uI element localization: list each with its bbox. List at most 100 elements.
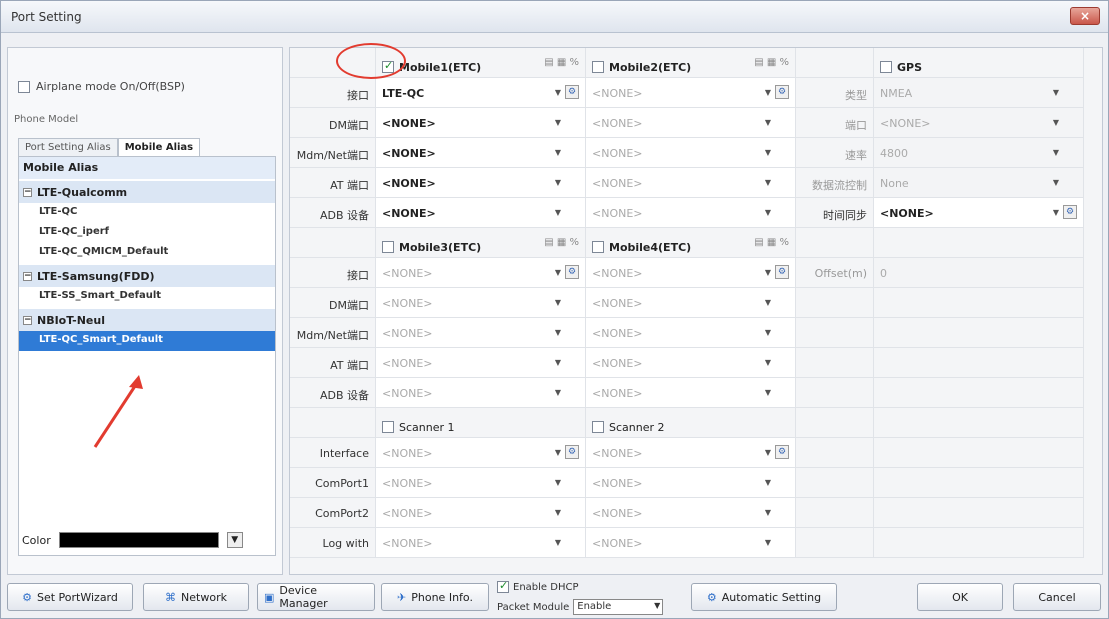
collapse-icon[interactable]: − [23, 187, 32, 197]
mobile4-port-select[interactable]: <NONE> ▼ [586, 378, 796, 408]
tab-mobile-alias[interactable]: Mobile Alias [117, 138, 201, 156]
mobile3-port-select[interactable]: <NONE> ▼ [376, 348, 586, 378]
scanner1-header[interactable]: Scanner 1 [376, 408, 586, 438]
dropdown-arrow-icon[interactable]: ▼ [765, 328, 771, 337]
settings-gear-icon[interactable]: ⚙ [1063, 205, 1077, 219]
dropdown-arrow-icon[interactable]: ▼ [765, 118, 771, 127]
mobile1-port-select[interactable]: <NONE> ▼ [376, 138, 586, 168]
mobile3-port-select[interactable]: <NONE> ▼ [376, 288, 586, 318]
dropdown-arrow-icon[interactable]: ▼ [765, 448, 771, 457]
mobile4-port-select[interactable]: <NONE> ▼ [586, 318, 796, 348]
cancel-button[interactable]: Cancel [1013, 583, 1101, 611]
mobile2-port-select[interactable]: <NONE> ▼ [586, 138, 796, 168]
scanner1-select[interactable]: <NONE> ▼ ⚙ [376, 438, 586, 468]
collapse-icon[interactable]: − [23, 271, 32, 281]
dropdown-arrow-icon[interactable]: ▼ [555, 358, 561, 367]
alias-item[interactable]: LTE-QC_QMICM_Default [19, 243, 275, 263]
mobile3-port-select[interactable]: <NONE> ▼ [376, 378, 586, 408]
dropdown-arrow-icon[interactable]: ▼ [765, 178, 771, 187]
checkbox-icon[interactable] [382, 241, 394, 253]
alias-item[interactable]: LTE-QC_iperf [19, 223, 275, 243]
settings-gear-icon[interactable]: ⚙ [775, 85, 789, 99]
mobile1-port-select[interactable]: <NONE> ▼ [376, 168, 586, 198]
dropdown-arrow-icon[interactable]: ▼ [765, 268, 771, 277]
mobile2-port-select[interactable]: <NONE> ▼ [586, 198, 796, 228]
scanner1-select[interactable]: <NONE> ▼ [376, 468, 586, 498]
dropdown-arrow-icon[interactable]: ▼ [765, 298, 771, 307]
dropdown-arrow-icon[interactable]: ▼ [555, 208, 561, 217]
mobile4-port-select[interactable]: <NONE> ▼ [586, 288, 796, 318]
color-picker[interactable] [58, 532, 219, 548]
header-tools-icon[interactable]: ▤ ▦ % [544, 57, 579, 68]
dropdown-arrow-icon[interactable]: ▼ [555, 478, 561, 487]
alias-group[interactable]: − LTE-Qualcomm [19, 181, 275, 203]
scanner2-header[interactable]: Scanner 2 [586, 408, 796, 438]
mobile1-port-select[interactable]: <NONE> ▼ [376, 108, 586, 138]
offset-value[interactable]: 0 [874, 258, 1084, 288]
mobile3-port-select[interactable]: <NONE> ▼ [376, 318, 586, 348]
scanner2-select[interactable]: <NONE> ▼ ⚙ [586, 438, 796, 468]
time-sync-select[interactable]: <NONE> ▼ ⚙ [874, 198, 1084, 228]
alias-item[interactable]: LTE-SS_Smart_Default [19, 287, 275, 307]
dropdown-arrow-icon[interactable]: ▼ [765, 358, 771, 367]
mobile3-header[interactable]: Mobile3(ETC) ▤ ▦ % [376, 228, 586, 258]
dropdown-arrow-icon[interactable]: ▼ [1053, 118, 1059, 127]
mobile4-port-select[interactable]: <NONE> ▼ [586, 348, 796, 378]
dropdown-arrow-icon[interactable]: ▼ [555, 88, 561, 97]
scanner2-select[interactable]: <NONE> ▼ [586, 528, 796, 558]
mobile4-header[interactable]: Mobile4(ETC) ▤ ▦ % [586, 228, 796, 258]
mobile2-port-select[interactable]: <NONE> ▼ [586, 168, 796, 198]
automatic-setting-button[interactable]: ⚙ Automatic Setting [691, 583, 837, 611]
alias-item-selected[interactable]: LTE-QC_Smart_Default [19, 331, 275, 351]
mobile3-port-select[interactable]: <NONE> ▼ ⚙ [376, 258, 586, 288]
alias-group[interactable]: − LTE-Samsung(FDD) [19, 265, 275, 287]
gps-value-select[interactable]: 4800 ▼ [874, 138, 1084, 168]
checkbox-icon[interactable] [382, 421, 394, 433]
gps-value-select[interactable]: <NONE> ▼ [874, 108, 1084, 138]
mobile4-port-select[interactable]: <NONE> ▼ ⚙ [586, 258, 796, 288]
tab-port-setting-alias[interactable]: Port Setting Alias [18, 138, 118, 156]
dropdown-arrow-icon[interactable]: ▼ [765, 88, 771, 97]
ok-button[interactable]: OK [917, 583, 1003, 611]
alias-item[interactable]: LTE-QC [19, 203, 275, 223]
checkbox-icon[interactable] [592, 421, 604, 433]
settings-gear-icon[interactable]: ⚙ [565, 265, 579, 279]
dropdown-arrow-icon[interactable]: ▼ [555, 178, 561, 187]
network-button[interactable]: ⌘ Network [143, 583, 249, 611]
packet-module-select[interactable]: Enable [573, 599, 664, 615]
dropdown-arrow-icon[interactable]: ▼ [765, 478, 771, 487]
color-dropdown-button[interactable]: ▼ [226, 532, 243, 548]
device-manager-button[interactable]: ▣ Device Manager [257, 583, 375, 611]
scanner2-select[interactable]: <NONE> ▼ [586, 498, 796, 528]
mobile2-port-select[interactable]: <NONE> ▼ [586, 108, 796, 138]
checkbox-icon[interactable] [497, 579, 509, 593]
dropdown-arrow-icon[interactable]: ▼ [1053, 178, 1059, 187]
mobile1-port-select[interactable]: <NONE> ▼ [376, 198, 586, 228]
dropdown-arrow-icon[interactable]: ▼ [555, 448, 561, 457]
dropdown-arrow-icon[interactable]: ▼ [555, 298, 561, 307]
header-tools-icon[interactable]: ▤ ▦ % [754, 237, 789, 248]
dropdown-arrow-icon[interactable]: ▼ [765, 208, 771, 217]
settings-gear-icon[interactable]: ⚙ [775, 445, 789, 459]
enable-dhcp-checkbox[interactable]: Enable DHCP [497, 579, 578, 593]
close-button[interactable]: × [1070, 7, 1100, 25]
mobile2-header[interactable]: Mobile2(ETC) ▤ ▦ % [586, 48, 796, 78]
scanner1-select[interactable]: <NONE> ▼ [376, 528, 586, 558]
dropdown-arrow-icon[interactable]: ▼ [1053, 88, 1059, 97]
airplane-mode-checkbox[interactable]: Airplane mode On/Off(BSP) [18, 80, 185, 93]
checkbox-icon[interactable] [592, 61, 604, 73]
mobile2-port-select[interactable]: <NONE> ▼ ⚙ [586, 78, 796, 108]
dropdown-arrow-icon[interactable]: ▼ [555, 328, 561, 337]
gps-value-select[interactable]: None ▼ [874, 168, 1084, 198]
gps-value-select[interactable]: NMEA ▼ [874, 78, 1084, 108]
checkbox-icon[interactable] [592, 241, 604, 253]
header-tools-icon[interactable]: ▤ ▦ % [754, 57, 789, 68]
settings-gear-icon[interactable]: ⚙ [565, 445, 579, 459]
scanner1-select[interactable]: <NONE> ▼ [376, 498, 586, 528]
dropdown-arrow-icon[interactable]: ▼ [555, 118, 561, 127]
dropdown-arrow-icon[interactable]: ▼ [765, 388, 771, 397]
dropdown-arrow-icon[interactable]: ▼ [1053, 208, 1059, 217]
phone-info-button[interactable]: ✈ Phone Info. [381, 583, 489, 611]
gps-header[interactable]: GPS [874, 48, 1084, 78]
scanner2-select[interactable]: <NONE> ▼ [586, 468, 796, 498]
